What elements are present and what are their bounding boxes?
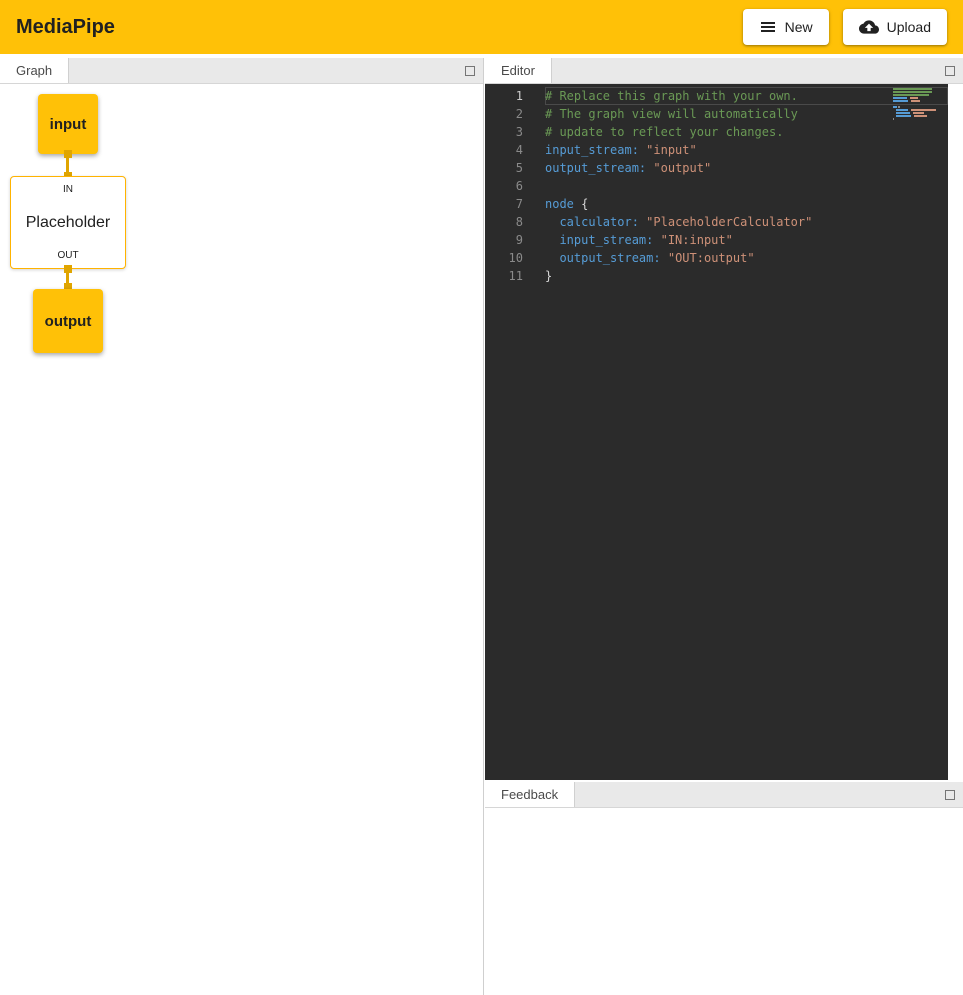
graph-node-placeholder-label: Placeholder bbox=[26, 214, 111, 232]
code-line[interactable]: input_stream: "input" bbox=[545, 141, 948, 159]
editor-code[interactable]: # Replace this graph with your own.# The… bbox=[545, 87, 948, 780]
minimap-line bbox=[893, 88, 945, 90]
app-header: MediaPipe New Upload bbox=[0, 0, 963, 54]
tab-feedback-label: Feedback bbox=[501, 787, 558, 802]
minimap-line bbox=[893, 94, 945, 96]
minimap-line bbox=[893, 118, 945, 120]
app-title: MediaPipe bbox=[16, 16, 115, 39]
feedback-panel-strip: Feedback bbox=[485, 782, 963, 808]
placeholder-out-port-label: OUT bbox=[57, 250, 78, 261]
line-number: 2 bbox=[485, 105, 523, 123]
tab-editor-label: Editor bbox=[501, 63, 535, 78]
editor-minimap[interactable] bbox=[893, 88, 945, 121]
minimap-line bbox=[893, 100, 945, 102]
upload-button[interactable]: Upload bbox=[843, 9, 947, 45]
app-root: MediaPipe New Upload Graph bbox=[0, 0, 963, 995]
editor-popout-icon[interactable] bbox=[945, 66, 955, 76]
editor-panel: Editor 1234567891011 # Replace this grap… bbox=[485, 58, 963, 780]
right-column: Editor 1234567891011 # Replace this grap… bbox=[485, 58, 963, 995]
tab-graph-label: Graph bbox=[16, 63, 52, 78]
line-number: 10 bbox=[485, 249, 523, 267]
main-area: Graph input IN Placeholder OUT bbox=[0, 54, 963, 995]
minimap-line bbox=[893, 106, 945, 108]
new-button[interactable]: New bbox=[743, 9, 829, 45]
graph-node-placeholder[interactable]: IN Placeholder OUT bbox=[10, 176, 126, 269]
graph-node-output[interactable]: output bbox=[33, 289, 103, 353]
code-line[interactable] bbox=[545, 177, 948, 195]
line-number: 7 bbox=[485, 195, 523, 213]
editor-panel-strip: Editor bbox=[485, 58, 963, 84]
code-line[interactable]: calculator: "PlaceholderCalculator" bbox=[545, 213, 948, 231]
graph-node-input-label: input bbox=[50, 116, 87, 133]
tab-editor[interactable]: Editor bbox=[485, 58, 552, 83]
minimap-line bbox=[893, 115, 945, 117]
editor-gutter: 1234567891011 bbox=[485, 87, 545, 780]
graph-node-output-label: output bbox=[45, 313, 92, 330]
cloud-upload-icon bbox=[859, 17, 879, 37]
minimap-line bbox=[893, 109, 945, 111]
code-line[interactable]: # The graph view will automatically bbox=[545, 105, 948, 123]
code-line[interactable]: output_stream: "OUT:output" bbox=[545, 249, 948, 267]
tab-graph[interactable]: Graph bbox=[0, 58, 69, 83]
graph-canvas[interactable]: input IN Placeholder OUT output bbox=[0, 84, 483, 995]
code-editor[interactable]: 1234567891011 # Replace this graph with … bbox=[485, 84, 948, 780]
minimap-line bbox=[893, 103, 945, 105]
code-line[interactable]: # Replace this graph with your own. bbox=[545, 87, 948, 105]
line-number: 8 bbox=[485, 213, 523, 231]
feedback-content bbox=[485, 808, 963, 995]
feedback-panel: Feedback bbox=[485, 782, 963, 995]
graph-panel: Graph input IN Placeholder OUT bbox=[0, 58, 484, 995]
line-number: 5 bbox=[485, 159, 523, 177]
code-line[interactable]: input_stream: "IN:input" bbox=[545, 231, 948, 249]
code-line[interactable]: # update to reflect your changes. bbox=[545, 123, 948, 141]
graph-node-input[interactable]: input bbox=[38, 94, 98, 154]
minimap-line bbox=[893, 97, 945, 99]
new-button-label: New bbox=[785, 19, 813, 35]
editor-body: 1234567891011 # Replace this graph with … bbox=[485, 84, 963, 780]
line-number: 11 bbox=[485, 267, 523, 285]
upload-button-label: Upload bbox=[887, 19, 931, 35]
minimap-line bbox=[893, 91, 945, 93]
line-number: 3 bbox=[485, 123, 523, 141]
feedback-popout-icon[interactable] bbox=[945, 790, 955, 800]
code-line[interactable]: output_stream: "output" bbox=[545, 159, 948, 177]
line-number: 4 bbox=[485, 141, 523, 159]
line-number: 9 bbox=[485, 231, 523, 249]
tab-feedback[interactable]: Feedback bbox=[485, 782, 575, 807]
code-line[interactable]: } bbox=[545, 267, 948, 285]
minimap-line bbox=[893, 112, 945, 114]
placeholder-in-port-label: IN bbox=[63, 184, 73, 195]
line-number: 6 bbox=[485, 177, 523, 195]
menu-lines-icon bbox=[759, 18, 777, 36]
graph-popout-icon[interactable] bbox=[465, 66, 475, 76]
line-number: 1 bbox=[485, 87, 523, 105]
graph-panel-strip: Graph bbox=[0, 58, 483, 84]
code-line[interactable]: node { bbox=[545, 195, 948, 213]
